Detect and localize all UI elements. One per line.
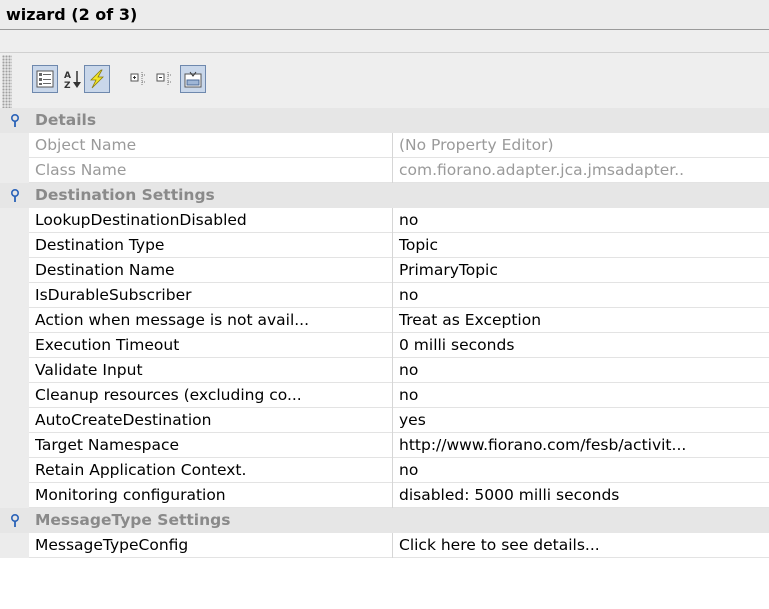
property-row[interactable]: Class Name com.fiorano.adapter.jca.jmsad…: [0, 158, 769, 183]
property-row[interactable]: Monitoring configuration disabled: 5000 m…: [0, 483, 769, 508]
property-value[interactable]: yes: [392, 408, 769, 433]
row-gutter: [0, 333, 29, 358]
categorized-view-icon: [36, 70, 54, 88]
property-row[interactable]: Destination Type Topic: [0, 233, 769, 258]
row-gutter: [0, 458, 29, 483]
property-sheet: Details Object Name (No Property Editor)…: [0, 108, 769, 558]
property-value[interactable]: no: [392, 208, 769, 233]
pin-icon: [9, 183, 21, 208]
row-gutter: [0, 533, 29, 558]
property-value[interactable]: PrimaryTopic: [392, 258, 769, 283]
expand-all-button[interactable]: [126, 65, 152, 93]
property-row[interactable]: Validate Input no: [0, 358, 769, 383]
row-gutter: [0, 383, 29, 408]
expand-all-icon: [129, 70, 149, 88]
property-name: AutoCreateDestination: [35, 411, 212, 429]
categorized-view-button[interactable]: [32, 65, 58, 93]
property-name: Target Namespace: [35, 436, 180, 454]
category-label: Details: [35, 111, 97, 129]
header-spacer: [0, 30, 769, 55]
category-row-destination-settings[interactable]: Destination Settings: [0, 183, 769, 208]
property-name: Retain Application Context.: [35, 461, 247, 479]
property-value[interactable]: disabled: 5000 milli seconds: [392, 483, 769, 508]
row-gutter: [0, 233, 29, 258]
show-description-button[interactable]: [180, 65, 206, 93]
collapse-all-icon: [155, 70, 175, 88]
property-value[interactable]: Click here to see details...: [392, 533, 769, 558]
property-name: Monitoring configuration: [35, 486, 226, 504]
category-label: Destination Settings: [35, 186, 215, 204]
category-row-details[interactable]: Details: [0, 108, 769, 133]
collapse-all-button[interactable]: [152, 65, 178, 93]
category-row-messagetype-settings[interactable]: MessageType Settings: [0, 508, 769, 533]
property-row[interactable]: Object Name (No Property Editor): [0, 133, 769, 158]
property-row[interactable]: AutoCreateDestination yes: [0, 408, 769, 433]
lightning-icon: [87, 69, 107, 89]
lightning-toggle-button[interactable]: [84, 65, 110, 93]
row-gutter: [0, 158, 29, 183]
property-value[interactable]: no: [392, 358, 769, 383]
property-row[interactable]: Destination Name PrimaryTopic: [0, 258, 769, 283]
property-name: Execution Timeout: [35, 336, 180, 354]
svg-text:Z: Z: [64, 81, 71, 89]
property-name: Action when message is not avail...: [35, 311, 310, 329]
property-row[interactable]: MessageTypeConfig Click here to see detai…: [0, 533, 769, 558]
property-value[interactable]: (No Property Editor): [392, 133, 769, 158]
property-name: Cleanup resources (excluding co...: [35, 386, 302, 404]
property-row[interactable]: Retain Application Context. no: [0, 458, 769, 483]
property-value[interactable]: Topic: [392, 233, 769, 258]
property-name: Validate Input: [35, 361, 143, 379]
row-gutter: [0, 308, 29, 333]
row-gutter: [0, 358, 29, 383]
property-name: MessageTypeConfig: [35, 536, 189, 554]
property-toolbar: A Z: [0, 55, 769, 108]
category-label: MessageType Settings: [35, 511, 231, 529]
row-gutter: [0, 208, 29, 233]
pin-icon: [9, 508, 21, 533]
window-titlebar: wizard (2 of 3): [0, 0, 769, 30]
row-gutter: [0, 283, 29, 308]
property-name: Destination Name: [35, 261, 175, 279]
show-description-icon: [184, 70, 202, 88]
property-value[interactable]: Treat as Exception: [392, 308, 769, 333]
property-value[interactable]: no: [392, 283, 769, 308]
row-gutter: [0, 433, 29, 458]
pin-icon: [9, 108, 21, 133]
property-value[interactable]: http://www.fiorano.com/fesb/activit...: [392, 433, 769, 458]
property-row[interactable]: LookupDestinationDisabled no: [0, 208, 769, 233]
property-value[interactable]: no: [392, 383, 769, 408]
property-name: IsDurableSubscriber: [35, 286, 192, 304]
property-value[interactable]: 0 milli seconds: [392, 333, 769, 358]
sort-alphabetical-button[interactable]: A Z: [60, 65, 86, 93]
toolbar-grip-handle[interactable]: [2, 55, 12, 108]
row-gutter: [0, 483, 29, 508]
property-name: Object Name: [35, 136, 137, 154]
spacer-divider: [0, 52, 769, 53]
property-value[interactable]: no: [392, 458, 769, 483]
property-name: LookupDestinationDisabled: [35, 211, 247, 229]
property-value[interactable]: com.fiorano.adapter.jca.jmsadapter..: [392, 158, 769, 183]
property-row[interactable]: Target Namespace http://www.fiorano.com/f…: [0, 433, 769, 458]
row-gutter: [0, 408, 29, 433]
row-gutter: [0, 258, 29, 283]
row-gutter: [0, 133, 29, 158]
sort-alphabetical-icon: A Z: [64, 69, 82, 89]
property-name: Class Name: [35, 161, 127, 179]
property-row[interactable]: Execution Timeout 0 milli seconds: [0, 333, 769, 358]
property-row[interactable]: Cleanup resources (excluding co... no: [0, 383, 769, 408]
property-row[interactable]: IsDurableSubscriber no: [0, 283, 769, 308]
window-title: wizard (2 of 3): [6, 5, 138, 24]
svg-text:A: A: [64, 71, 71, 81]
property-name: Destination Type: [35, 236, 165, 254]
property-row[interactable]: Action when message is not avail... Treat…: [0, 308, 769, 333]
